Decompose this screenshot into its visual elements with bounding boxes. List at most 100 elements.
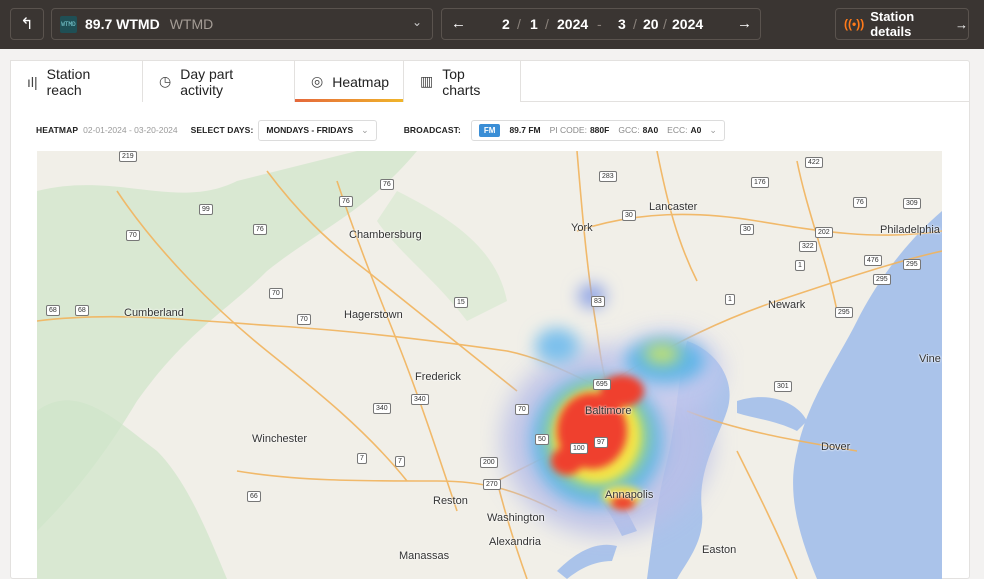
heatmap-filters: HEATMAP 02-01-2024 - 03-20-2024 SELECT D… [36,118,725,142]
end-month[interactable]: 3 [618,16,626,32]
place-label: Reston [433,495,468,507]
tab-top-charts[interactable]: ▥ Top charts [403,60,521,102]
place-label: Lancaster [649,201,698,213]
chevron-down-icon: ⌄ [411,15,422,29]
chevron-down-icon: ⌄ [709,124,717,135]
tab-heatmap[interactable]: ◎ Heatmap [294,60,404,102]
days-value: MONDAYS - FRIDAYS [266,125,354,135]
gcc-value: 8A0 [642,125,659,135]
start-day[interactable]: 1 [530,16,538,32]
route-shield: 422 [805,157,823,168]
route-shield: 200 [480,457,498,468]
ecc-value: A0 [690,125,702,135]
route-shield: 7 [357,453,367,464]
place-label: Cumberland [124,307,184,319]
route-shield: 322 [799,241,817,252]
route-shield: 100 [570,443,588,454]
route-shield: 1 [725,294,735,305]
station-selector[interactable]: WTMD 89.7 WTMD WTMD ⌄ [51,8,433,40]
route-shield: 1 [795,260,805,271]
station-name: 89.7 WTMD [85,16,160,32]
route-shield: 15 [454,297,468,308]
end-day[interactable]: 20 [643,16,659,32]
route-shield: 30 [622,210,636,221]
select-days-label: SELECT DAYS: [190,125,254,135]
arrow-right-icon: → [955,16,968,32]
place-label: Vine [919,353,941,365]
route-shield: 76 [253,224,267,235]
route-shield: 76 [380,179,394,190]
route-shield: 219 [119,151,137,162]
start-month[interactable]: 2 [502,16,510,32]
tab-station-reach[interactable]: ıl| Station reach [10,60,143,102]
route-shield: 66 [247,491,261,502]
tab-label: Station reach [46,65,91,98]
route-shield: 68 [75,305,89,316]
heatmap-icon: ◎ [311,73,324,89]
place-label: Baltimore [585,405,632,417]
tab-bar: ıl| Station reach ◷ Day part activity ◎ Hea… [10,60,521,102]
place-label: Annapolis [605,489,654,501]
place-label: Winchester [252,433,308,445]
place-label: Manassas [399,550,450,562]
route-shield: 50 [535,434,549,445]
date-range-picker[interactable]: ← 2 / 1 / 2024 - 3 / 20 / 2024 → [441,8,761,40]
station-details-button[interactable]: ((•)) Station details → [835,8,969,40]
pi-label: PI CODE: [549,125,587,135]
place-label: York [571,222,593,234]
prev-arrow-icon[interactable]: ← [451,15,466,32]
top-toolbar: ↰ WTMD 89.7 WTMD WTMD ⌄ ← 2 / 1 / 2024 -… [0,0,984,49]
chart-building-icon: ▥ [420,73,434,89]
heatmap-map[interactable]: Lancaster Philadelphia York Chambersburg… [37,151,942,579]
next-arrow-icon[interactable]: → [737,15,752,32]
place-label: Easton [702,544,737,556]
end-year[interactable]: 2024 [672,16,703,32]
route-shield: 176 [751,177,769,188]
route-shield: 70 [297,314,311,325]
route-shield: 202 [815,227,833,238]
range-separator: - [597,16,602,32]
tab-day-part-activity[interactable]: ◷ Day part activity [142,60,295,102]
place-label: Hagerstown [344,309,403,321]
route-shield: 68 [46,305,60,316]
broadcast-label: BROADCAST: [403,125,461,135]
route-shield: 76 [339,196,353,207]
route-shield: 295 [835,307,853,318]
route-shield: 295 [873,274,891,285]
route-shield: 99 [199,204,213,215]
route-shield: 340 [373,403,391,414]
route-shield: 30 [740,224,754,235]
tab-label: Heatmap [332,73,390,90]
route-shield: 340 [411,394,429,405]
tab-label: Top charts [442,65,481,98]
select-days-dropdown[interactable]: MONDAYS - FRIDAYS ⌄ [258,119,377,141]
place-label: Frederick [415,371,461,383]
station-details-label: Station details [870,9,915,39]
broadcast-icon: ((•)) [844,17,865,31]
arrow-up-left-icon: ↰ [20,16,34,33]
clock-icon: ◷ [159,73,172,89]
place-label: Dover [821,441,851,453]
back-button[interactable]: ↰ [10,8,44,40]
station-call: WTMD [169,16,214,32]
route-shield: 283 [599,171,617,182]
heatmap-label: HEATMAP [36,125,79,135]
route-shield: 70 [126,230,140,241]
band-badge: FM [478,123,501,137]
route-shield: 695 [593,379,611,390]
route-shield: 70 [515,404,529,415]
route-shield: 97 [594,437,608,448]
place-label: Chambersburg [349,229,422,241]
broadcast-dropdown[interactable]: FM 89.7 FM PI CODE: 880F GCC: 8A0 ECC: A0 ⌄ [470,119,725,141]
route-shield: 70 [269,288,283,299]
place-label: Philadelphia [880,224,940,236]
route-shield: 83 [591,296,605,307]
route-shield: 7 [395,456,405,467]
ecc-label: ECC: [667,125,688,135]
place-label: Washington [487,512,545,524]
gcc-label: GCC: [618,125,640,135]
pi-value: 880F [589,125,610,135]
route-shield: 270 [483,479,501,490]
start-year[interactable]: 2024 [557,16,588,32]
route-shield: 295 [903,259,921,270]
